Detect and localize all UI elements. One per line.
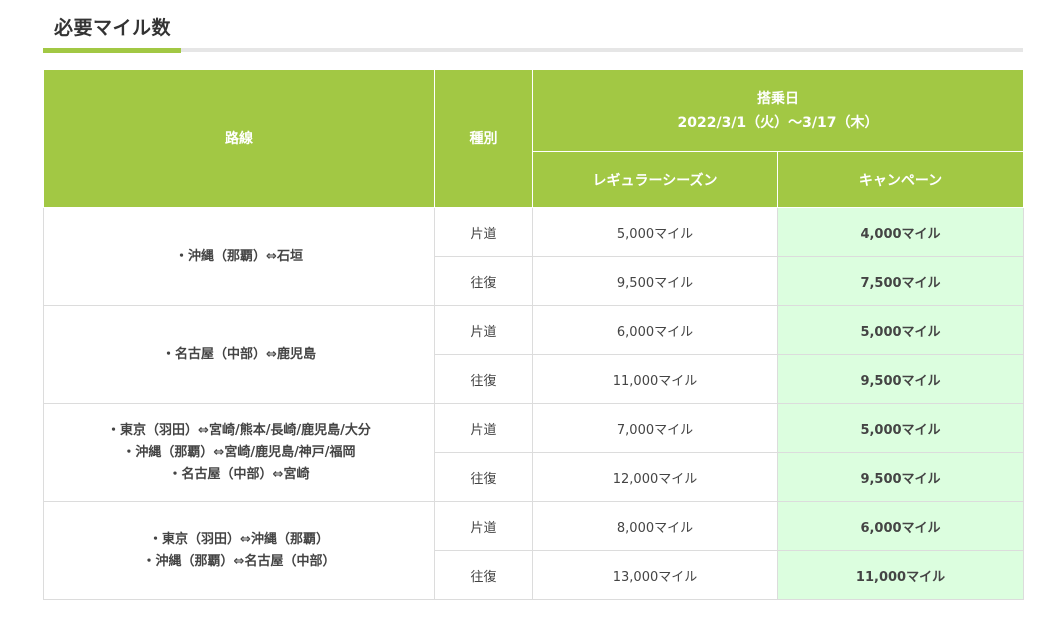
regular-miles-cell: 13,000マイル xyxy=(532,550,778,600)
fare-type-cell: 往復 xyxy=(434,550,533,600)
regular-miles-cell: 9,500マイル xyxy=(532,256,778,306)
table-body: ・沖縄（那覇）⇔石垣 片道 5,000マイル 4,000マイル 往復 9,500マイル 7,… xyxy=(43,207,1025,600)
table-row: ・沖縄（那覇）⇔石垣 片道 5,000マイル 4,000マイル xyxy=(43,207,1025,306)
header-regular-season: レギュラーシーズン xyxy=(532,151,778,208)
header-boarding-date: 搭乗日 2022/3/1（火）～3/17（木） xyxy=(531,69,1025,152)
fare-type-cell: 往復 xyxy=(434,256,533,306)
campaign-miles-cell: 5,000マイル xyxy=(776,305,1025,355)
route-cell: ・東京（羽田）⇔沖縄（那覇） ・沖縄（那覇）⇔名古屋（中部） xyxy=(43,501,435,600)
boarding-date-range: 2022/3/1（火）～3/17（木） xyxy=(677,114,879,131)
route-name: ・東京（羽田）⇔沖縄（那覇） xyxy=(149,531,329,547)
fare-type-cell: 片道 xyxy=(434,305,533,355)
header-type: 種別 xyxy=(434,69,533,208)
route-name: ・沖縄（那覇）⇔名古屋（中部） xyxy=(142,553,336,569)
heading-accent-bar xyxy=(43,48,181,53)
header-campaign: キャンペーン xyxy=(776,151,1025,208)
route-name: ・沖縄（那覇）⇔宮崎/鹿児島/神戸/福岡 xyxy=(122,444,356,460)
regular-miles-cell: 6,000マイル xyxy=(532,305,778,355)
fare-type-cell: 片道 xyxy=(434,501,533,551)
fare-type-cell: 往復 xyxy=(434,354,533,404)
regular-miles-cell: 5,000マイル xyxy=(532,207,778,257)
route-name: ・名古屋（中部）⇔宮崎 xyxy=(168,466,310,482)
page-title: 必要マイル数 xyxy=(54,17,172,39)
fare-type-cell: 片道 xyxy=(434,403,533,453)
header-route: 路線 xyxy=(43,69,435,208)
route-name: ・名古屋（中部）⇔鹿児島 xyxy=(162,346,316,362)
regular-miles-cell: 8,000マイル xyxy=(532,501,778,551)
regular-miles-cell: 7,000マイル xyxy=(532,403,778,453)
boarding-date-label: 搭乗日 xyxy=(757,90,799,107)
route-name: ・東京（羽田）⇔宮崎/熊本/長崎/鹿児島/大分 xyxy=(107,422,371,438)
fare-type-cell: 片道 xyxy=(434,207,533,257)
section-heading: 必要マイル数 xyxy=(43,0,1023,54)
route-cell: ・東京（羽田）⇔宮崎/熊本/長崎/鹿児島/大分 ・沖縄（那覇）⇔宮崎/鹿児島/神戸… xyxy=(43,403,435,502)
table-row: ・東京（羽田）⇔宮崎/熊本/長崎/鹿児島/大分 ・沖縄（那覇）⇔宮崎/鹿児島/神戸… xyxy=(43,403,1025,502)
campaign-miles-cell: 4,000マイル xyxy=(776,207,1025,257)
campaign-miles-cell: 11,000マイル xyxy=(776,550,1025,600)
fare-type-cell: 往復 xyxy=(434,452,533,502)
required-miles-table: 路線 種別 搭乗日 2022/3/1（火）～3/17（木） レギュラーシーズン … xyxy=(43,69,1025,600)
campaign-miles-cell: 6,000マイル xyxy=(776,501,1025,551)
route-cell: ・名古屋（中部）⇔鹿児島 xyxy=(43,305,435,404)
table-row: ・東京（羽田）⇔沖縄（那覇） ・沖縄（那覇）⇔名古屋（中部） 片道 8,000マイル 6… xyxy=(43,501,1025,600)
heading-underline xyxy=(43,48,1023,52)
table-row: ・名古屋（中部）⇔鹿児島 片道 6,000マイル 5,000マイル xyxy=(43,305,1025,404)
regular-miles-cell: 12,000マイル xyxy=(532,452,778,502)
regular-miles-cell: 11,000マイル xyxy=(532,354,778,404)
campaign-miles-cell: 7,500マイル xyxy=(776,256,1025,306)
campaign-miles-cell: 9,500マイル xyxy=(776,452,1025,502)
route-cell: ・沖縄（那覇）⇔石垣 xyxy=(43,207,435,306)
campaign-miles-cell: 9,500マイル xyxy=(776,354,1025,404)
route-name: ・沖縄（那覇）⇔石垣 xyxy=(175,248,303,264)
campaign-miles-cell: 5,000マイル xyxy=(776,403,1025,453)
